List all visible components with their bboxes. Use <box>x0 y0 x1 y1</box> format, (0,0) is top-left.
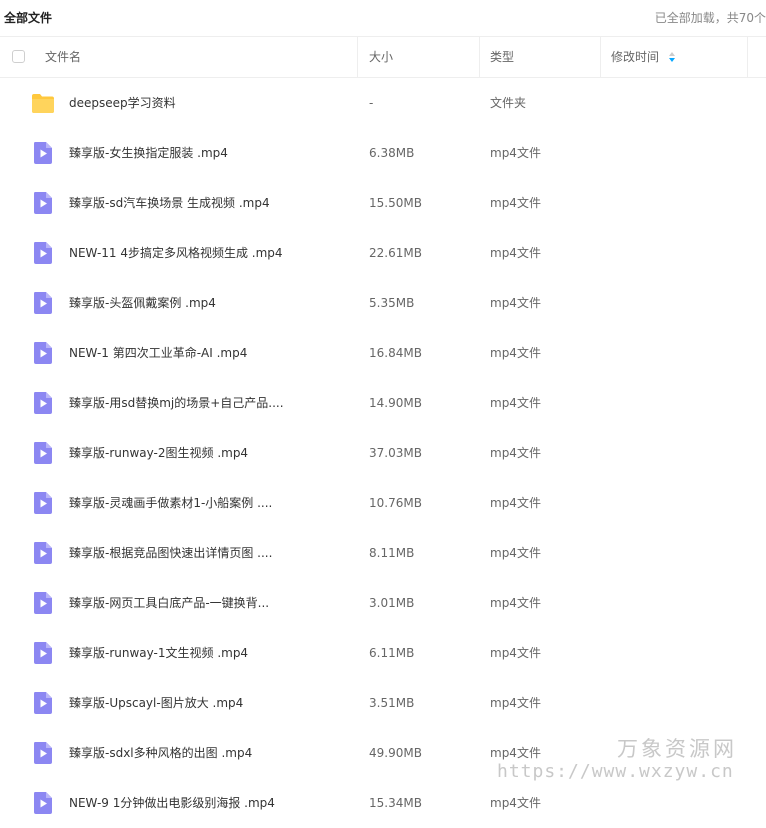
file-size: 14.90MB <box>369 396 422 410</box>
file-name[interactable]: 臻享版-sd汽车换场景 生成视频 .mp4 <box>69 178 270 228</box>
file-size: 49.90MB <box>369 746 422 760</box>
file-name[interactable]: NEW-9 1分钟做出电影级别海报 .mp4 <box>69 778 275 828</box>
video-file-icon <box>31 491 55 515</box>
file-type: 文件夹 <box>490 96 527 110</box>
file-name[interactable]: 臻享版-女生换指定服装 .mp4 <box>69 128 228 178</box>
file-type: mp4文件 <box>490 796 541 810</box>
file-name[interactable]: deepseep学习资料 <box>69 78 176 128</box>
table-row[interactable]: 臻享版-runway-2图生视频 .mp4 37.03MB mp4文件 <box>0 428 766 478</box>
file-size: 3.01MB <box>369 596 415 610</box>
watermark-text: 万象资源网 <box>617 737 737 761</box>
file-name[interactable]: 臻享版-sdxl多种风格的出图 .mp4 <box>69 728 252 778</box>
file-size: 6.11MB <box>369 646 415 660</box>
video-file-icon <box>31 191 55 215</box>
file-type: mp4文件 <box>490 546 541 560</box>
file-type: mp4文件 <box>490 646 541 660</box>
file-name[interactable]: NEW-11 4步搞定多风格视频生成 .mp4 <box>69 228 283 278</box>
video-file-icon <box>31 241 55 265</box>
column-divider <box>357 37 358 77</box>
file-type: mp4文件 <box>490 496 541 510</box>
column-header-modified[interactable]: 修改时间 <box>611 37 659 77</box>
column-header-size[interactable]: 大小 <box>369 37 393 77</box>
video-file-icon <box>31 791 55 815</box>
file-list: deepseep学习资料 - 文件夹臻享版-女生换指定服装 .mp4 6.38MB mp… <box>0 78 766 828</box>
file-size: 15.34MB <box>369 796 422 810</box>
video-file-icon <box>31 691 55 715</box>
file-type: mp4文件 <box>490 396 541 410</box>
video-file-icon <box>31 341 55 365</box>
page-title: 全部文件 <box>4 11 53 25</box>
file-size: 22.61MB <box>369 246 422 260</box>
table-row[interactable]: NEW-1 第四次工业革命-AI .mp4 16.84MB mp4文件 <box>0 328 766 378</box>
file-size: 15.50MB <box>369 196 422 210</box>
table-row[interactable]: 臻享版-用sd替换mj的场景+自己产品.... 14.90MB mp4文件 <box>0 378 766 428</box>
file-size: 37.03MB <box>369 446 422 460</box>
file-name[interactable]: 臻享版-Upscayl-图片放大 .mp4 <box>69 678 243 728</box>
file-type: mp4文件 <box>490 696 541 710</box>
table-row[interactable]: 臻享版-头盔佩戴案例 .mp4 5.35MB mp4文件 <box>0 278 766 328</box>
file-name[interactable]: 臻享版-网页工具白底产品-一键换背... <box>69 578 269 628</box>
video-file-icon <box>31 741 55 765</box>
file-name[interactable]: 臻享版-runway-2图生视频 .mp4 <box>69 428 248 478</box>
file-type: mp4文件 <box>490 346 541 360</box>
file-size: 3.51MB <box>369 696 415 710</box>
file-type: mp4文件 <box>490 596 541 610</box>
video-file-icon <box>31 641 55 665</box>
file-type: mp4文件 <box>490 196 541 210</box>
file-type: mp4文件 <box>490 446 541 460</box>
file-name[interactable]: 臻享版-runway-1文生视频 .mp4 <box>69 628 248 678</box>
file-name[interactable]: 臻享版-头盔佩戴案例 .mp4 <box>69 278 216 328</box>
file-type: mp4文件 <box>490 146 541 160</box>
table-header: 文件名 大小 类型 修改时间 <box>0 36 766 78</box>
file-size: 5.35MB <box>369 296 415 310</box>
table-row[interactable]: 臻享版-Upscayl-图片放大 .mp4 3.51MB mp4文件 <box>0 678 766 728</box>
file-size: 10.76MB <box>369 496 422 510</box>
video-file-icon <box>31 591 55 615</box>
column-divider <box>747 37 748 77</box>
column-divider <box>600 37 601 77</box>
video-file-icon <box>31 291 55 315</box>
table-row[interactable]: 臻享版-网页工具白底产品-一键换背... 3.01MB mp4文件 <box>0 578 766 628</box>
select-all-checkbox[interactable] <box>12 50 25 63</box>
column-header-type[interactable]: 类型 <box>490 37 514 77</box>
table-row[interactable]: 臻享版-runway-1文生视频 .mp4 6.11MB mp4文件 <box>0 628 766 678</box>
table-row[interactable]: deepseep学习资料 - 文件夹 <box>0 78 766 128</box>
folder-icon <box>31 91 55 115</box>
video-file-icon <box>31 441 55 465</box>
file-name[interactable]: 臻享版-用sd替换mj的场景+自己产品.... <box>69 378 284 428</box>
loaded-count-status: 已全部加载，共70个 <box>654 11 766 25</box>
file-size: 6.38MB <box>369 146 415 160</box>
file-size: 8.11MB <box>369 546 415 560</box>
watermark-url: https://www.wxzyw.cn <box>497 761 734 782</box>
file-type: mp4文件 <box>490 296 541 310</box>
sort-icon[interactable] <box>668 51 676 63</box>
table-row[interactable]: 臻享版-女生换指定服装 .mp4 6.38MB mp4文件 <box>0 128 766 178</box>
table-row[interactable]: 臻享版-sd汽车换场景 生成视频 .mp4 15.50MB mp4文件 <box>0 178 766 228</box>
table-row[interactable]: NEW-11 4步搞定多风格视频生成 .mp4 22.61MB mp4文件 <box>0 228 766 278</box>
file-name[interactable]: 臻享版-灵魂画手做素材1-小船案例 .... <box>69 478 272 528</box>
column-header-name[interactable]: 文件名 <box>45 37 81 77</box>
video-file-icon <box>31 141 55 165</box>
file-name[interactable]: NEW-1 第四次工业革命-AI .mp4 <box>69 328 247 378</box>
file-size: - <box>369 96 374 110</box>
table-row[interactable]: NEW-9 1分钟做出电影级别海报 .mp4 15.34MB mp4文件 <box>0 778 766 828</box>
file-name[interactable]: 臻享版-根据竞品图快速出详情页图 .... <box>69 528 272 578</box>
file-type: mp4文件 <box>490 246 541 260</box>
table-row[interactable]: 臻享版-根据竞品图快速出详情页图 .... 8.11MB mp4文件 <box>0 528 766 578</box>
column-divider <box>479 37 480 77</box>
video-file-icon <box>31 541 55 565</box>
file-list-topbar: 全部文件 已全部加载，共70个 <box>0 0 766 34</box>
video-file-icon <box>31 391 55 415</box>
file-size: 16.84MB <box>369 346 422 360</box>
table-row[interactable]: 臻享版-灵魂画手做素材1-小船案例 .... 10.76MB mp4文件 <box>0 478 766 528</box>
